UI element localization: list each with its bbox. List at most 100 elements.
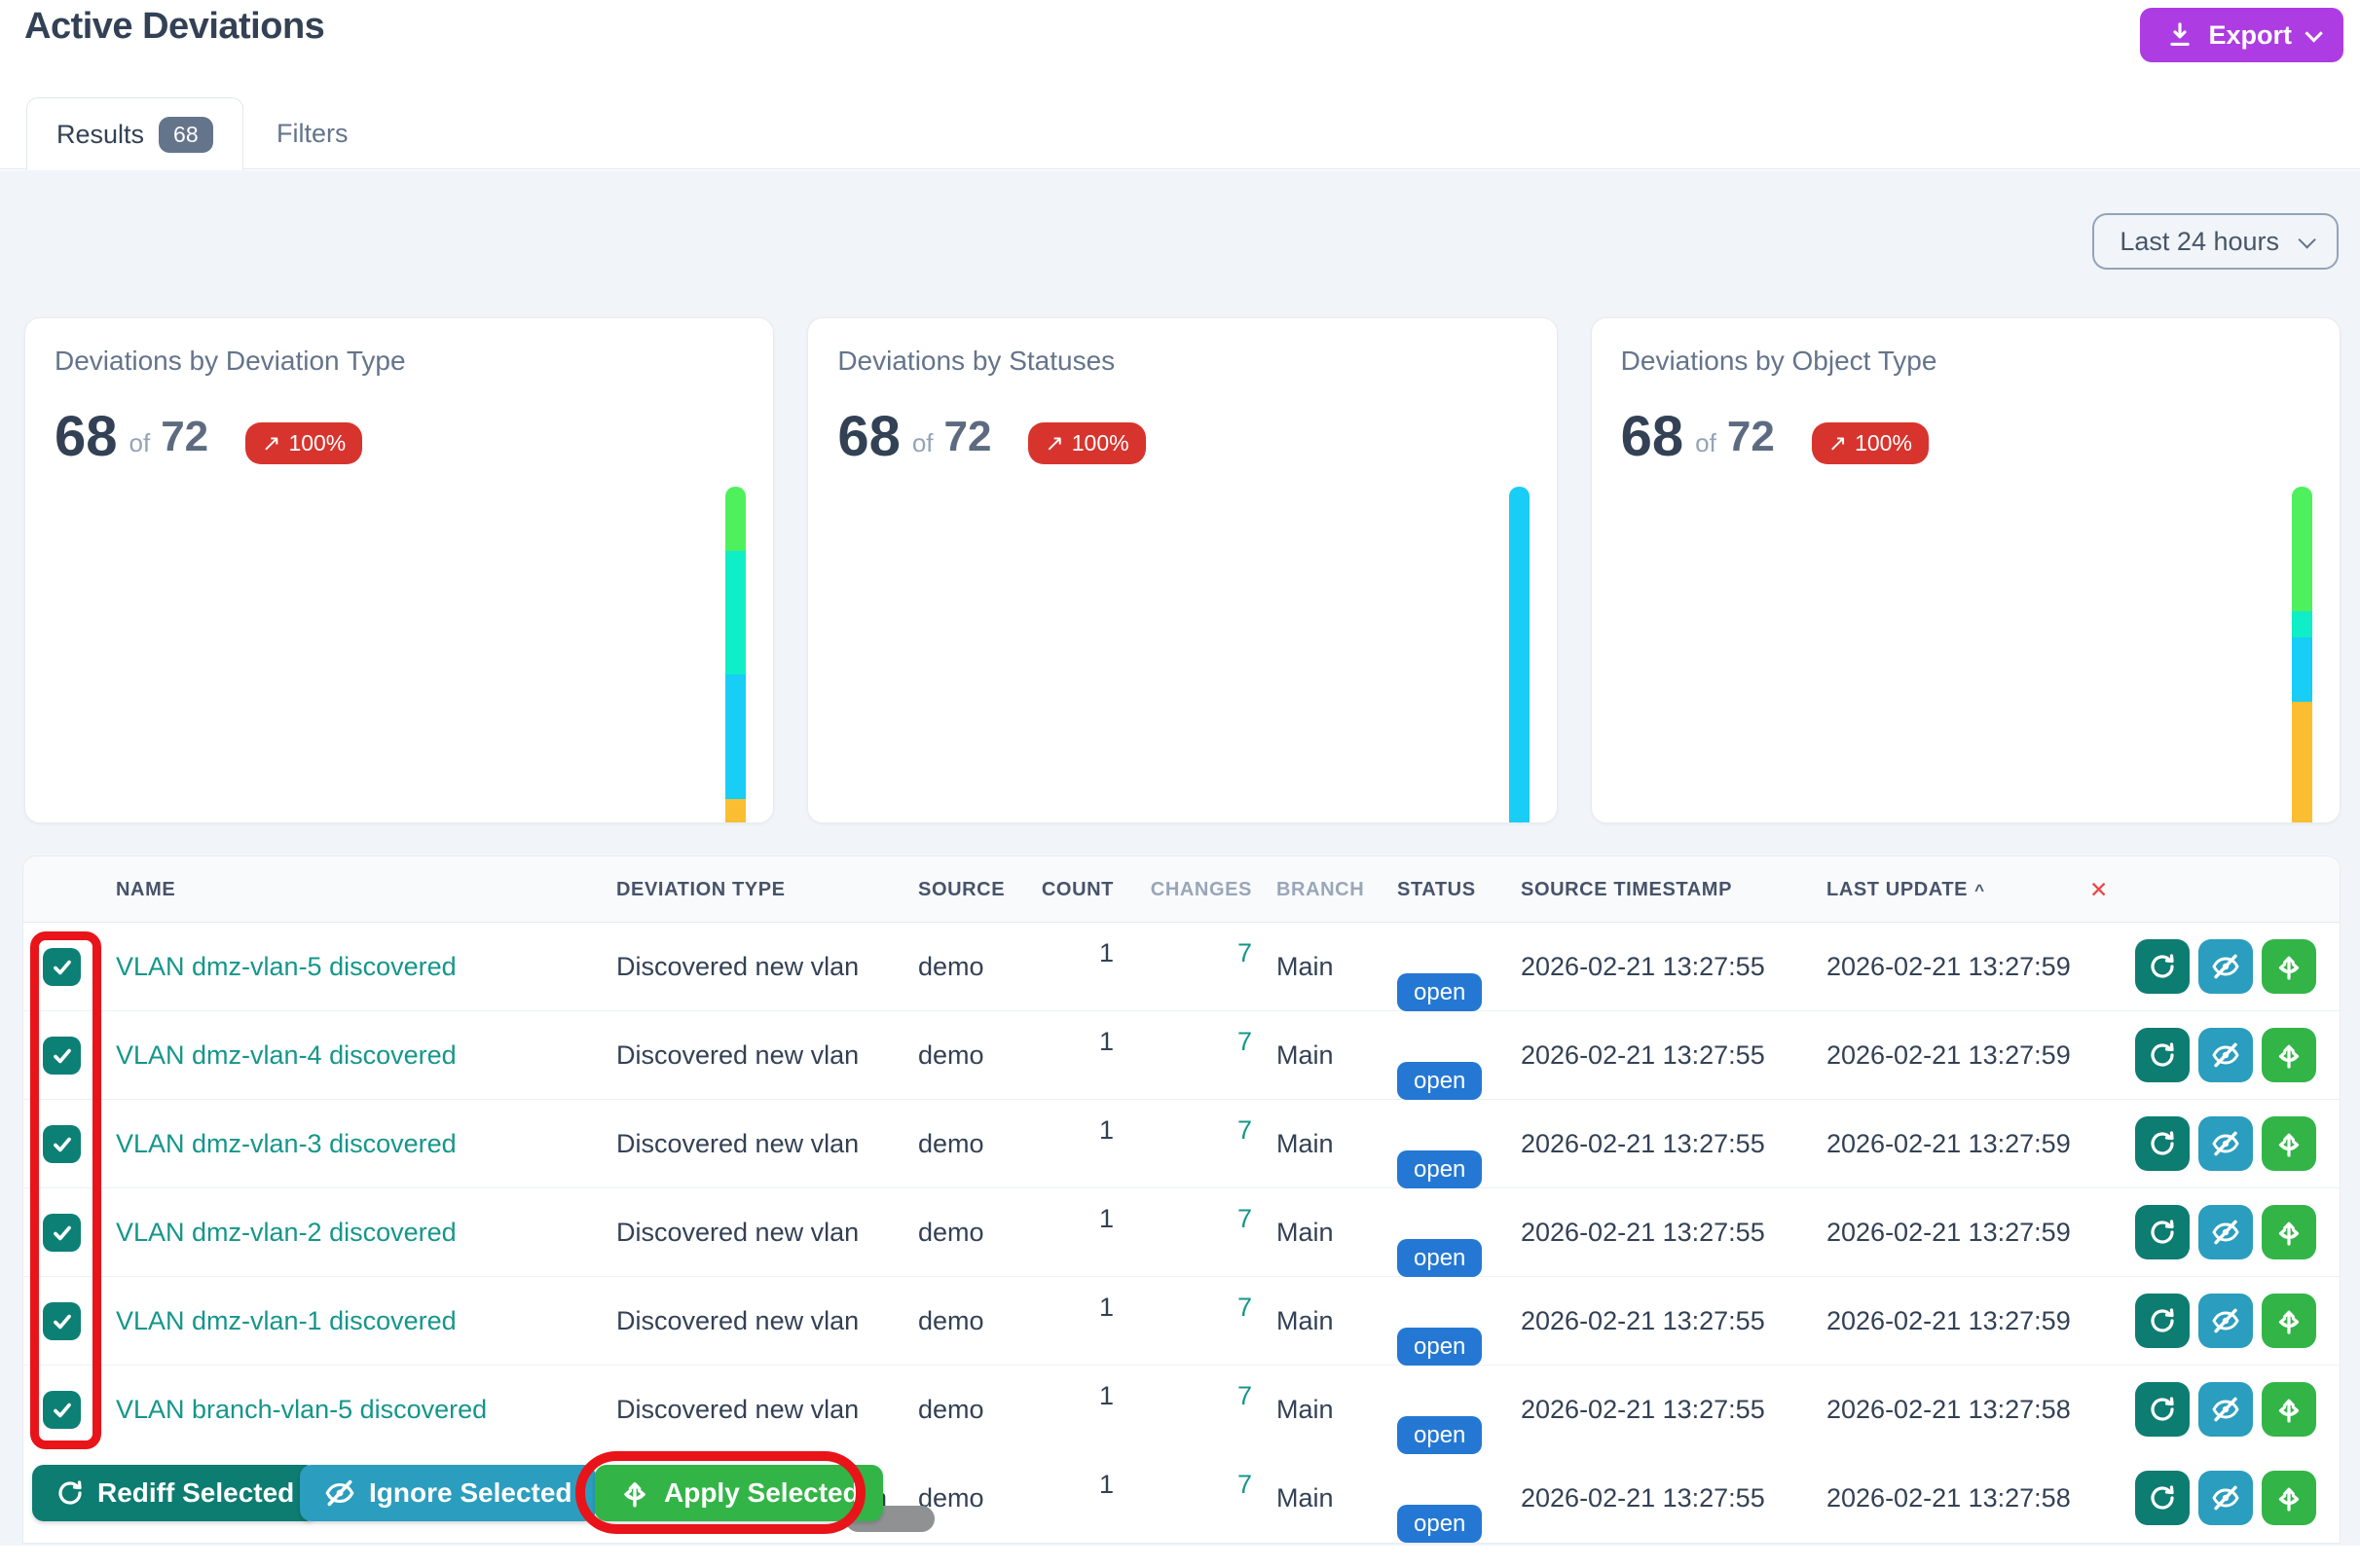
branch-arrows-icon (2273, 1305, 2305, 1336)
refresh-icon (2148, 1483, 2177, 1513)
apply-selected-button[interactable]: Apply Selected (595, 1465, 883, 1521)
eye-off-icon (2210, 951, 2241, 982)
rediff-row-button[interactable] (2135, 1116, 2190, 1171)
eye-off-icon (2210, 1305, 2241, 1336)
apply-row-button[interactable] (2262, 1471, 2316, 1525)
row-actions (2135, 1382, 2316, 1437)
stat-count: 68 (55, 404, 118, 469)
summary-cards: Deviations by Deviation Type 68 of 72 ↗1… (24, 317, 2341, 823)
apply-row-button[interactable] (2262, 1116, 2316, 1171)
column-header-source[interactable]: SOURCE (918, 857, 1005, 923)
ignore-selected-button[interactable]: Ignore Selected (300, 1465, 596, 1521)
changes-link[interactable]: 7 (1147, 909, 1252, 998)
changes-link[interactable]: 7 (1147, 1175, 1252, 1263)
row-checkbox[interactable] (43, 1037, 81, 1075)
column-header-last-update[interactable]: LAST UPDATE^ (1826, 857, 1985, 924)
refresh-icon (2148, 1306, 2177, 1335)
changes-link[interactable]: 7 (1147, 1440, 1252, 1529)
deviations-table: NAME DEVIATION TYPE SOURCE COUNT CHANGES… (22, 856, 2341, 1544)
row-checkbox[interactable] (43, 948, 81, 986)
apply-row-button[interactable] (2262, 1294, 2316, 1348)
table-body: VLAN dmz-vlan-5 discovered Discovered ne… (23, 923, 2340, 1454)
rediff-selected-label: Rediff Selected (97, 1477, 294, 1509)
checkmark-icon (50, 1221, 75, 1246)
rediff-row-button[interactable] (2135, 939, 2190, 994)
eye-off-icon (2210, 1039, 2241, 1071)
changes-link[interactable]: 7 (1147, 1263, 1252, 1352)
apply-row-button[interactable] (2262, 1205, 2316, 1259)
refresh-icon (55, 1478, 85, 1508)
deviation-type-cell: Discovered new vlan (616, 1366, 859, 1454)
rediff-row-button[interactable] (2135, 1205, 2190, 1259)
trend-value: 100% (1855, 430, 1912, 456)
deviation-name-link[interactable]: VLAN dmz-vlan-3 discovered (116, 1100, 457, 1188)
ignore-row-button[interactable] (2198, 1382, 2253, 1437)
time-range-select[interactable]: Last 24 hours (2092, 213, 2339, 270)
changes-link[interactable]: 7 (1147, 1352, 1252, 1440)
source-cell: demo (918, 1188, 984, 1277)
row-checkbox[interactable] (43, 1214, 81, 1252)
deviation-name-link[interactable]: VLAN dmz-vlan-5 discovered (116, 923, 457, 1011)
bar-segment (725, 675, 746, 799)
source-cell: demo (918, 1011, 984, 1100)
stat-of-label: of (912, 428, 934, 458)
trend-badge: ↗100% (245, 422, 362, 464)
deviation-type-cell: Discovered new vlan (616, 1011, 859, 1100)
deviation-type-cell: Discovered new vlan (616, 1100, 859, 1188)
last-update-cell: 2026-02-21 13:27:59 (1826, 1188, 2071, 1277)
ignore-row-button[interactable] (2198, 1294, 2253, 1348)
content-area: Last 24 hours Deviations by Deviation Ty… (0, 170, 2360, 1546)
ignore-row-button[interactable] (2198, 939, 2253, 994)
apply-row-button[interactable] (2262, 1028, 2316, 1082)
rediff-row-button[interactable] (2135, 1471, 2190, 1525)
branch-arrows-icon (2273, 1039, 2305, 1071)
column-header-deviation-type[interactable]: DEVIATION TYPE (616, 857, 786, 923)
bar-segment (725, 799, 746, 822)
changes-link[interactable]: 7 (1147, 998, 1252, 1086)
deviation-name-link[interactable]: VLAN branch-vlan-5 discovered (116, 1366, 487, 1454)
row-checkbox[interactable] (43, 1302, 81, 1340)
stat-of-label: of (129, 428, 151, 458)
source-cell: demo (918, 1100, 984, 1188)
last-update-cell: 2026-02-21 13:27:58 (1826, 1454, 2071, 1543)
count-cell: 1 (1016, 1175, 1114, 1263)
stat-count: 68 (837, 404, 901, 469)
ignore-row-button[interactable] (2198, 1116, 2253, 1171)
chevron-down-icon (2305, 24, 2322, 42)
rediff-row-button[interactable] (2135, 1294, 2190, 1348)
deviation-type-cell: Discovered new vlan (616, 923, 859, 1011)
bar-segment (2292, 487, 2312, 611)
page-title: Active Deviations (24, 6, 324, 48)
branch-arrows-icon (2273, 1128, 2305, 1159)
refresh-icon (2148, 1395, 2177, 1424)
changes-link[interactable]: 7 (1147, 1086, 1252, 1175)
row-checkbox[interactable] (43, 1125, 81, 1163)
ignore-row-button[interactable] (2198, 1471, 2253, 1525)
column-header-status[interactable]: STATUS (1397, 857, 1476, 923)
ignore-row-button[interactable] (2198, 1205, 2253, 1259)
tab-results[interactable]: Results 68 (26, 97, 243, 170)
column-header-branch[interactable]: BRANCH (1276, 857, 1364, 923)
bar-segment (2292, 638, 2312, 702)
deviation-name-link[interactable]: VLAN dmz-vlan-1 discovered (116, 1277, 457, 1366)
bar-segment (725, 487, 746, 551)
clear-sort-icon[interactable]: ✕ (2089, 857, 2109, 923)
export-button[interactable]: Export (2140, 8, 2343, 62)
card-statuses: Deviations by Statuses 68 of 72 ↗100% (807, 317, 1557, 823)
rediff-selected-button[interactable]: Rediff Selected (32, 1465, 317, 1521)
branch-arrows-icon (2273, 951, 2305, 982)
row-checkbox[interactable] (43, 1391, 81, 1429)
ignore-row-button[interactable] (2198, 1028, 2253, 1082)
apply-row-button[interactable] (2262, 1382, 2316, 1437)
rediff-row-button[interactable] (2135, 1028, 2190, 1082)
checkmark-icon (50, 1132, 75, 1157)
rediff-row-button[interactable] (2135, 1382, 2190, 1437)
column-header-name[interactable]: NAME (116, 857, 175, 923)
apply-row-button[interactable] (2262, 939, 2316, 994)
tab-filters[interactable]: Filters (261, 97, 364, 169)
deviation-name-link[interactable]: VLAN dmz-vlan-2 discovered (116, 1188, 457, 1277)
branch-cell: Main (1276, 1454, 1334, 1543)
deviation-name-link[interactable]: VLAN dmz-vlan-4 discovered (116, 1011, 457, 1100)
column-header-source-timestamp[interactable]: SOURCE TIMESTAMP (1521, 857, 1732, 923)
refresh-icon (2148, 952, 2177, 981)
